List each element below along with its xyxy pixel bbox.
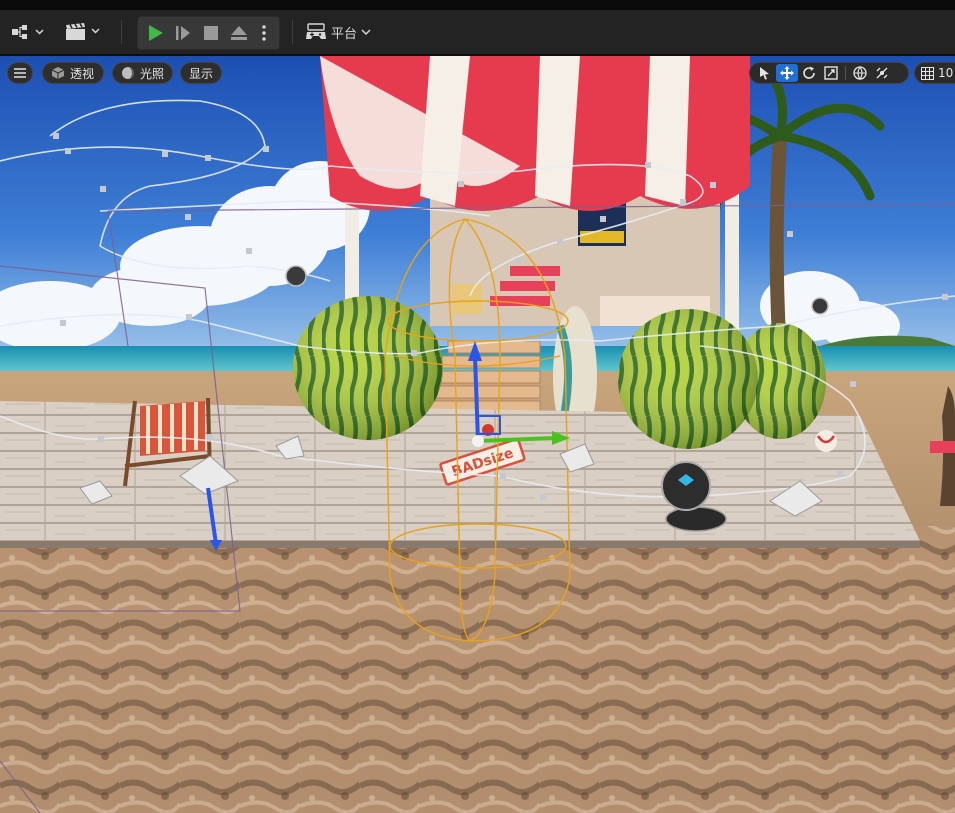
select-tool-button[interactable]	[754, 64, 776, 82]
perspective-label: 透视	[70, 66, 95, 81]
move-tool-button[interactable]	[776, 64, 798, 82]
grid-snap-control[interactable]: 10	[914, 62, 955, 84]
eject-button[interactable]	[225, 17, 253, 49]
world-icon	[853, 66, 867, 80]
level-viewport[interactable]: BADsize 透视 光照 显示 10	[0, 56, 955, 813]
rotate-icon	[803, 66, 815, 79]
cinematics-button[interactable]	[64, 18, 102, 46]
play-options-button[interactable]	[253, 17, 275, 49]
select-icon	[760, 67, 769, 80]
sand-texture	[0, 526, 955, 813]
move-icon	[780, 66, 794, 80]
more-vertical-icon	[262, 25, 266, 41]
main-toolbar: 平台	[0, 10, 955, 56]
hamburger-icon	[14, 68, 26, 78]
show-label: 显示	[189, 66, 214, 81]
toolbar-divider	[292, 20, 293, 44]
transform-tools	[749, 62, 909, 84]
gamepad-icon	[306, 23, 326, 39]
title-strip	[0, 0, 955, 10]
lit-sphere-icon	[122, 67, 134, 79]
clapper-icon	[66, 23, 100, 40]
watermelon-left	[293, 296, 443, 440]
grid-snap-value: 10	[938, 66, 954, 80]
watermelon-right	[618, 309, 758, 449]
grid-icon	[920, 66, 934, 80]
lighting-button[interactable]: 光照	[112, 62, 173, 84]
scale-icon	[824, 66, 838, 80]
chevron-down-icon	[361, 29, 371, 36]
eject-icon	[231, 26, 247, 40]
surface-snap-icon	[876, 67, 888, 79]
play-button[interactable]	[141, 17, 169, 49]
perspective-button[interactable]: 透视	[42, 62, 104, 84]
lighting-label: 光照	[140, 66, 165, 81]
world-space-button[interactable]	[849, 64, 871, 82]
platform-label: 平台	[331, 26, 358, 42]
mode-select-button[interactable]	[10, 18, 46, 46]
surface-snap-button[interactable]	[871, 64, 893, 82]
scale-tool-button[interactable]	[820, 64, 842, 82]
tools-divider	[845, 66, 846, 80]
toolbar-divider	[121, 20, 122, 44]
show-button[interactable]: 显示	[180, 62, 222, 84]
play-controls	[137, 16, 280, 50]
platform-menu[interactable]: 平台	[305, 18, 371, 46]
scene-render: BADsize	[0, 56, 955, 813]
play-icon	[149, 25, 163, 41]
mode-select-icon	[12, 25, 44, 39]
frame-step-icon	[176, 26, 190, 40]
cube-icon	[51, 67, 65, 79]
frame-step-button[interactable]	[169, 17, 197, 49]
viewport-menu-button[interactable]	[7, 62, 33, 84]
stop-icon	[204, 26, 218, 40]
stop-button[interactable]	[197, 17, 225, 49]
grid-snap-toggle[interactable]	[919, 64, 935, 82]
rotate-tool-button[interactable]	[798, 64, 820, 82]
